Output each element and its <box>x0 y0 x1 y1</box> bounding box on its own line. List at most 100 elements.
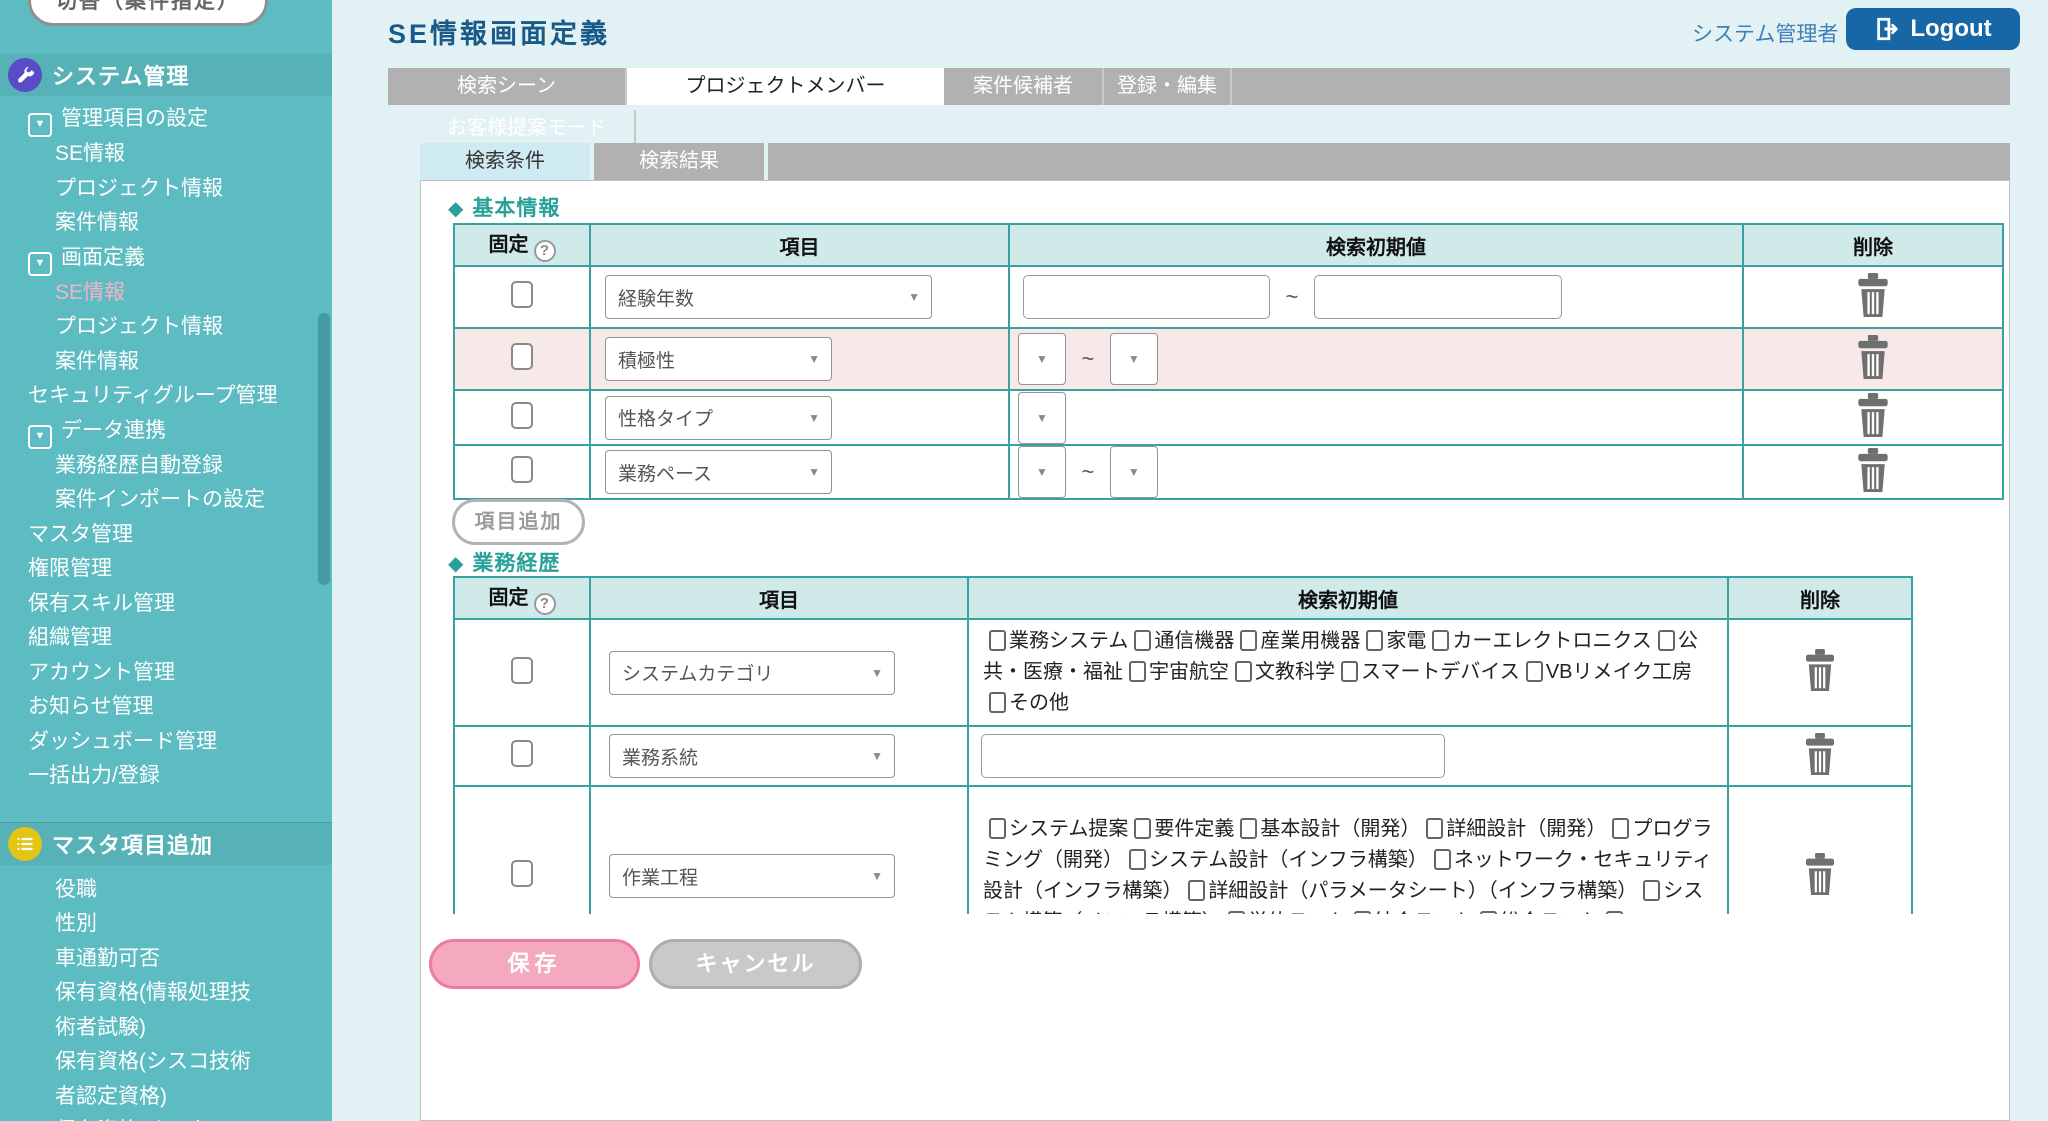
checkbox[interactable] <box>1341 661 1358 682</box>
switch-case-button[interactable]: 切替（案件指定） <box>28 0 268 26</box>
sidebar-item[interactable]: 案件情報 <box>0 345 270 380</box>
delete-trash-icon[interactable] <box>1803 853 1837 895</box>
item-select[interactable]: 業務系統 <box>609 734 895 778</box>
collapse-toggle-icon[interactable]: ▼ <box>28 252 52 276</box>
sidebar-item[interactable]: 車通勤可否 <box>0 942 270 977</box>
checkbox-option: システム設計（インフラ構築） <box>1123 849 1428 871</box>
sidebar-item[interactable]: 保有スキル管理 <box>0 587 280 622</box>
sidebar-item[interactable]: 性別 <box>0 907 270 942</box>
sidebar-item[interactable]: お知らせ管理 <box>0 690 280 725</box>
tab-search-scene[interactable]: 検索シーン <box>388 68 627 105</box>
collapse-toggle-icon[interactable]: ▼ <box>28 113 52 137</box>
sidebar-item[interactable]: セキュリティグループ管理 <box>0 379 280 414</box>
value-select[interactable] <box>1018 392 1066 444</box>
subtab-search-conditions[interactable]: 検索条件 <box>420 143 590 180</box>
sidebar-item[interactable]: 保有資格(シスコ技術者認定資格) <box>0 1045 270 1114</box>
checkbox[interactable] <box>1432 630 1449 651</box>
checkbox[interactable] <box>1240 818 1257 839</box>
range-to-select[interactable] <box>1110 333 1158 385</box>
checkbox[interactable] <box>1643 880 1660 901</box>
checkbox[interactable] <box>1612 818 1629 839</box>
item-select[interactable]: 業務ペース <box>605 450 832 494</box>
item-select[interactable]: 作業工程 <box>609 854 895 898</box>
tab-customer-proposal-mode[interactable]: お客様提案モード <box>420 110 636 147</box>
range-from-input[interactable] <box>1023 275 1270 319</box>
sidebar-item[interactable]: プロジェクト情報 <box>0 310 270 345</box>
delete-trash-icon[interactable] <box>1855 448 1891 492</box>
checkbox[interactable] <box>1434 849 1451 870</box>
checkbox[interactable] <box>1480 911 1497 914</box>
fixed-checkbox[interactable] <box>511 740 533 767</box>
checkbox[interactable] <box>1240 630 1257 651</box>
checkbox[interactable] <box>1228 911 1245 914</box>
sidebar-item[interactable]: 一括出力/登録 <box>0 759 280 794</box>
sidebar-item[interactable]: ▼データ連携 <box>0 414 280 449</box>
item-select[interactable]: 積極性 <box>605 337 832 381</box>
checkbox[interactable] <box>1235 661 1252 682</box>
item-select[interactable]: 性格タイプ <box>605 396 832 440</box>
add-item-button[interactable]: 項目追加 <box>452 499 585 545</box>
checkbox[interactable] <box>1366 630 1383 651</box>
item-select[interactable]: 経験年数 <box>605 275 932 319</box>
checkbox[interactable] <box>1129 849 1146 870</box>
sidebar-item[interactable]: ▼画面定義 <box>0 241 280 276</box>
col-delete: 削除 <box>1743 224 2003 266</box>
sidebar-item[interactable]: ダッシュボード管理 <box>0 725 280 760</box>
checkbox[interactable] <box>1134 630 1151 651</box>
sidebar-item[interactable]: 保有資格(情報処理技術者試験) <box>0 976 270 1045</box>
checkbox[interactable] <box>1188 880 1205 901</box>
sidebar-item[interactable]: 業務経歴自動登録 <box>0 449 270 484</box>
help-icon[interactable]: ? <box>534 593 556 615</box>
delete-trash-icon[interactable] <box>1855 273 1891 317</box>
checkbox[interactable] <box>1526 661 1543 682</box>
delete-trash-icon[interactable] <box>1855 393 1891 437</box>
collapse-toggle-icon[interactable]: ▼ <box>28 425 52 449</box>
delete-trash-icon[interactable] <box>1803 733 1837 775</box>
sidebar-item[interactable]: SE情報 <box>0 137 270 172</box>
sidebar-item[interactable]: 組織管理 <box>0 621 280 656</box>
logout-button[interactable]: Logout <box>1846 8 2020 50</box>
sidebar-item[interactable]: アカウント管理 <box>0 656 280 691</box>
checkbox[interactable] <box>1606 911 1623 914</box>
fixed-checkbox[interactable] <box>511 657 533 684</box>
range-from-select[interactable] <box>1018 446 1066 498</box>
sidebar-item[interactable]: ▼管理項目の設定 <box>0 102 280 137</box>
sidebar-item[interactable]: 権限管理 <box>0 552 280 587</box>
sidebar-item[interactable]: 役職 <box>0 873 270 908</box>
tab-project-member[interactable]: プロジェクトメンバー <box>627 68 944 105</box>
checkbox[interactable] <box>1658 630 1675 651</box>
sidebar-item[interactable]: 案件情報 <box>0 206 270 241</box>
item-select[interactable]: システムカテゴリ <box>609 651 895 695</box>
delete-trash-icon[interactable] <box>1803 649 1837 691</box>
checkbox[interactable] <box>989 692 1006 713</box>
range-to-select[interactable] <box>1110 446 1158 498</box>
checkbox[interactable] <box>1426 818 1443 839</box>
subtab-search-results[interactable]: 検索結果 <box>594 143 764 180</box>
sidebar-item[interactable]: 案件インポートの設定 <box>0 483 270 518</box>
sidebar-item[interactable]: プロジェクト情報 <box>0 172 270 207</box>
fixed-checkbox[interactable] <box>511 860 533 887</box>
checkbox[interactable] <box>1354 911 1371 914</box>
checkbox[interactable] <box>989 818 1006 839</box>
range-from-select[interactable] <box>1018 333 1066 385</box>
fixed-checkbox[interactable] <box>511 402 533 429</box>
sidebar-item[interactable]: SE情報 <box>0 276 270 311</box>
fixed-checkbox[interactable] <box>511 456 533 483</box>
value-text-input[interactable] <box>981 734 1445 778</box>
checkbox[interactable] <box>1129 661 1146 682</box>
checkbox[interactable] <box>989 630 1006 651</box>
checkbox[interactable] <box>1134 818 1151 839</box>
sidebar-scrollbar-thumb[interactable] <box>318 313 330 585</box>
cancel-button[interactable]: キャンセル <box>649 939 862 989</box>
system-category-checklist: 業務システム通信機器産業用機器家電カーエレクトロニクス公共・医療・福祉宇宙航空文… <box>969 620 1727 725</box>
sidebar-item[interactable]: 保有資格(オラクルマスター) <box>0 1114 270 1121</box>
fixed-checkbox[interactable] <box>511 343 533 370</box>
delete-trash-icon[interactable] <box>1855 335 1891 379</box>
fixed-checkbox[interactable] <box>511 281 533 308</box>
save-button[interactable]: 保存 <box>429 939 640 989</box>
range-to-input[interactable] <box>1314 275 1562 319</box>
tab-case-candidate[interactable]: 案件候補者 <box>944 68 1104 105</box>
help-icon[interactable]: ? <box>534 240 556 262</box>
tab-register-edit[interactable]: 登録・編集 <box>1104 68 1232 105</box>
sidebar-item[interactable]: マスタ管理 <box>0 518 280 553</box>
